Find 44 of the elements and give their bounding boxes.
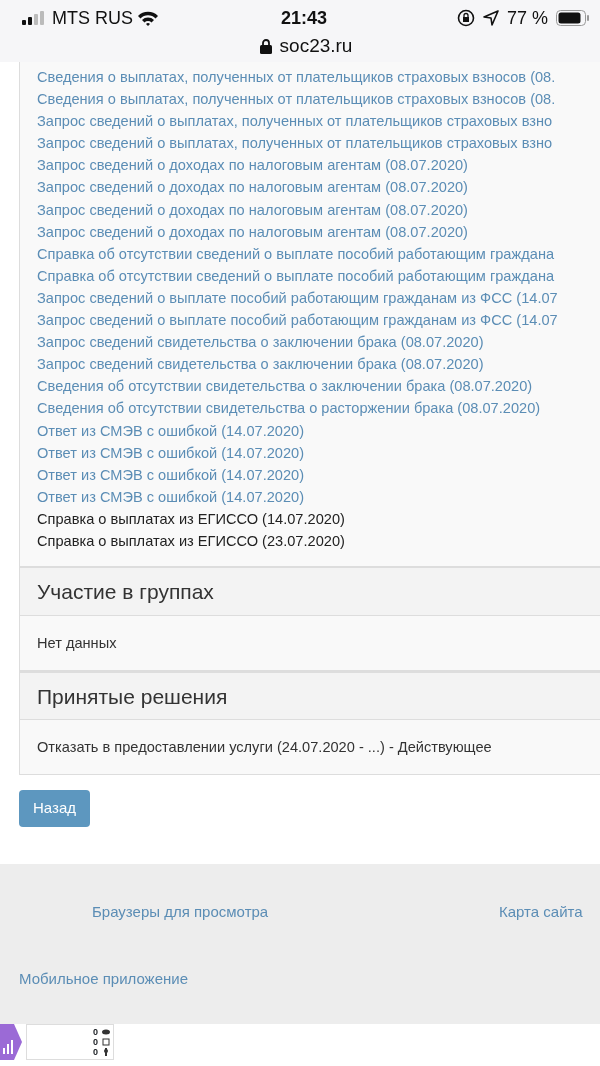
counter-value: 0 — [93, 1046, 98, 1057]
document-text: Справка о выплатах из ЕГИССО (23.07.2020) — [37, 531, 345, 551]
wifi-icon — [137, 10, 159, 26]
document-link[interactable]: Запрос сведений о доходах по налоговым агентам (08.07.2020) — [37, 220, 468, 243]
document-link[interactable]: Запрос сведений о выплате пособий работающим гражданам из ФСС (14.07 — [37, 309, 558, 332]
document-link[interactable]: Запрос сведений о доходах по налоговым агентам (08.07.2020) — [37, 198, 468, 221]
document-link[interactable]: Ответ из СМЭВ с ошибкой (14.07.2020) — [37, 419, 305, 442]
address-url[interactable]: soc23.ru — [279, 32, 353, 61]
document-link[interactable]: Запрос сведений о доходах по налоговым агентам (08.07.2020) — [37, 154, 468, 177]
location-icon — [482, 10, 499, 26]
carrier-name: MTS RUS — [52, 6, 133, 30]
clock: 21:43 — [279, 6, 328, 30]
document-link[interactable]: Запрос сведений о доходах по налоговым агентам (08.07.2020) — [37, 176, 468, 199]
document-link[interactable]: Запрос сведений о выплатах, полученных от плательщиков страховых взно — [37, 110, 553, 133]
lock-icon — [259, 38, 272, 55]
section-text: Отказать в предоставлении услуги (24.07.2020 - ...) - Действующее — [37, 739, 492, 756]
footer-link[interactable]: Мобильное приложение — [19, 967, 188, 991]
back-button[interactable]: Назад — [19, 790, 90, 827]
battery-percent: 77 % — [506, 6, 548, 30]
counter-logo-icon — [0, 1023, 22, 1060]
counter-value: 0 — [93, 1026, 98, 1037]
document-link[interactable]: Запрос сведений свидетельства о заключении брака (08.07.2020) — [37, 353, 484, 376]
footer-link[interactable]: Браузеры для просмотра — [92, 900, 269, 924]
document-link[interactable]: Справка об отсутствии сведений о выплате пособий работающим граждана — [37, 264, 555, 287]
rotation-lock-icon — [456, 9, 475, 27]
document-link[interactable]: Запрос сведений о выплатах, полученных от плательщиков страховых взно — [37, 132, 553, 155]
footer-link[interactable]: Карта сайта — [499, 900, 583, 924]
battery-icon — [556, 10, 590, 26]
document-text: Справка о выплатах из ЕГИССО (14.07.2020) — [37, 509, 345, 529]
section-title: Участие в группах — [37, 580, 214, 604]
document-link[interactable]: Ответ из СМЭВ с ошибкой (14.07.2020) — [37, 441, 305, 464]
document-link[interactable]: Запрос сведений свидетельства о заключении брака (08.07.2020) — [37, 331, 484, 354]
document-link[interactable]: Запрос сведений о выплате пособий работающим гражданам из ФСС (14.07 — [37, 286, 558, 310]
section-title: Принятые решения — [37, 684, 228, 708]
document-link[interactable]: Сведения об отсутствии свидетельства о расторжении брака (08.07.2020) — [37, 397, 541, 420]
document-link[interactable]: Ответ из СМЭВ с ошибкой (14.07.2020) — [37, 463, 305, 486]
document-link[interactable]: Сведения о выплатах, полученных от плательщиков страховых взносов (08. — [37, 66, 556, 89]
section-text: Нет данных — [37, 634, 117, 651]
signal-icon — [22, 11, 44, 25]
document-link[interactable]: Ответ из СМЭВ с ошибкой (14.07.2020) — [37, 485, 305, 508]
document-link[interactable]: Сведения о выплатах, полученных от плательщиков страховых взносов (08. — [37, 88, 556, 111]
document-link[interactable]: Справка об отсутствии сведений о выплате пособий работающим граждана — [37, 242, 555, 265]
counter-value: 0 — [93, 1036, 98, 1047]
document-link[interactable]: Сведения об отсутствии свидетельства о заключении брака (08.07.2020) — [37, 375, 533, 398]
